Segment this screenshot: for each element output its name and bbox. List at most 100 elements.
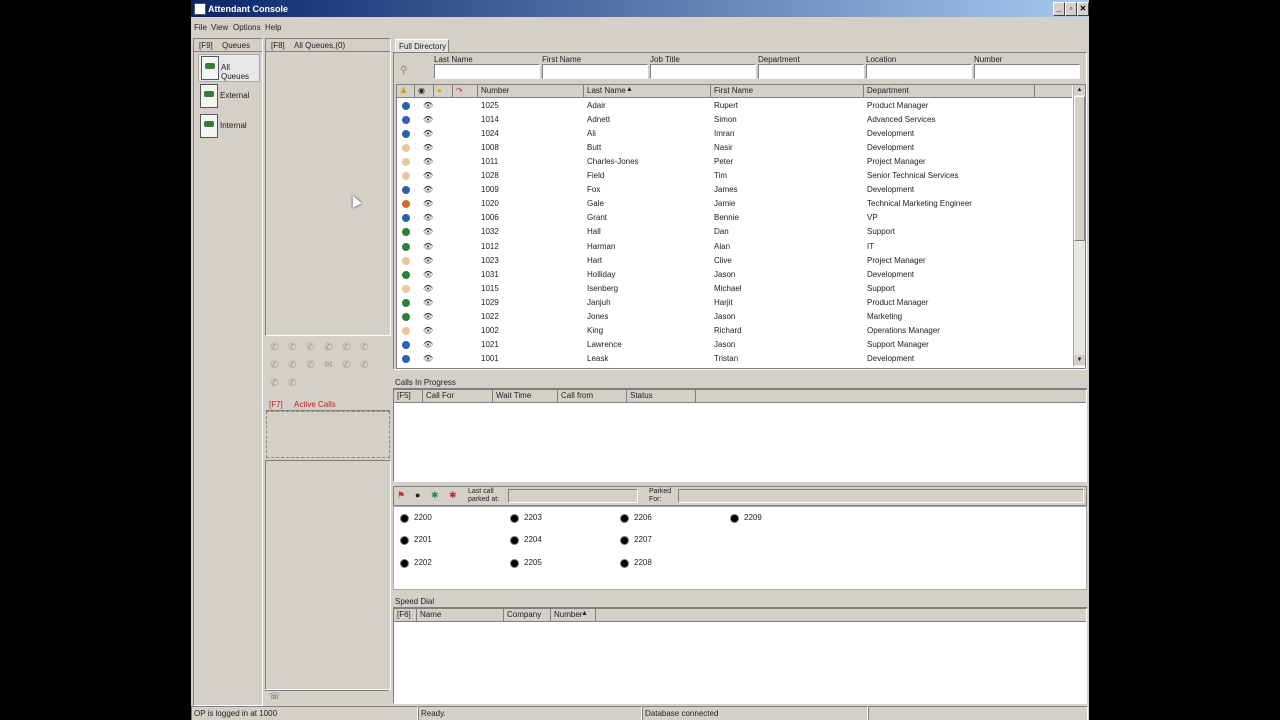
table-row[interactable]: 👁 1029 Janjuh Harjit Product Manager <box>397 296 1072 310</box>
answer-icon[interactable]: ✆ <box>269 342 280 353</box>
table-row[interactable]: 👁 1002 King Richard Operations Manager <box>397 324 1072 338</box>
eye-icon[interactable]: 👁 <box>423 199 433 208</box>
table-row[interactable]: 👁 1022 Jones Jason Marketing <box>397 310 1072 324</box>
scroll-thumb[interactable] <box>1074 96 1085 241</box>
queue-internal[interactable]: Internal <box>198 113 258 139</box>
table-row[interactable]: 👁 1015 Isenberg Michael Support <box>397 282 1072 296</box>
department-column-header[interactable]: Department <box>864 85 1035 97</box>
scroll-up-icon[interactable]: ▲ <box>1074 85 1085 95</box>
f6-column-header[interactable]: [F6] <box>394 609 417 621</box>
eye-icon[interactable]: 👁 <box>423 270 433 279</box>
number-column-header[interactable]: Number <box>478 85 584 97</box>
queue-all-queues[interactable]: All Queues <box>198 54 260 82</box>
redial-icon[interactable]: ✆ <box>287 360 298 371</box>
eye-icon[interactable]: 👁 <box>423 298 433 307</box>
eye-icon[interactable]: 👁 <box>423 129 433 138</box>
park-busy-icon[interactable]: ✱ <box>449 490 457 501</box>
queues-tab[interactable]: Queues <box>222 41 250 50</box>
status-column-header[interactable]: Status <box>627 390 696 402</box>
eye-icon[interactable]: 👁 <box>423 213 433 222</box>
eye-icon[interactable]: 👁 <box>423 256 433 265</box>
table-row[interactable]: 👁 1028 Field Tim Senior Technical Services <box>397 169 1072 183</box>
menu-file[interactable]: File <box>194 23 207 32</box>
retrieve-icon[interactable]: ✆ <box>269 360 280 371</box>
message-icon[interactable]: ✉ <box>323 360 334 371</box>
menu-view[interactable]: View <box>211 23 228 32</box>
presence-column-header[interactable]: ◉ <box>415 85 434 97</box>
conference-icon[interactable]: ✆ <box>359 342 370 353</box>
number-column-header[interactable]: Number ▲ <box>551 609 596 621</box>
search-last-name-input[interactable] <box>434 64 540 79</box>
table-row[interactable]: 👁 1023 Hart Clive Project Manager <box>397 254 1072 268</box>
eye-icon[interactable]: 👁 <box>423 101 433 110</box>
search-job-title-input[interactable] <box>650 64 756 79</box>
minimize-button[interactable]: _ <box>1053 2 1065 16</box>
eye-icon[interactable]: 👁 <box>423 354 433 363</box>
eye-icon[interactable]: 👁 <box>423 227 433 236</box>
mute-icon[interactable]: ✆ <box>305 360 316 371</box>
f5-column-header[interactable]: [F5] <box>394 390 423 402</box>
table-row[interactable]: 👁 1031 Holliday Jason Development <box>397 268 1072 282</box>
close-button[interactable]: ✕ <box>1077 2 1089 16</box>
search-location-input[interactable] <box>866 64 972 79</box>
hangup-icon[interactable]: ✆ <box>341 342 352 353</box>
table-row[interactable]: 👁 1024 Ali Imran Development <box>397 127 1072 141</box>
search-icon[interactable]: ⚲ <box>400 65 407 76</box>
first-name-column-header[interactable]: First Name <box>711 85 864 97</box>
search-first-name-input[interactable] <box>542 64 648 79</box>
search-department-input[interactable] <box>758 64 864 79</box>
table-row[interactable]: 👁 1025 Adair Rupert Product Manager <box>397 99 1072 113</box>
note-column-header[interactable]: ● <box>434 85 453 97</box>
table-row[interactable]: 👁 1009 Fox James Development <box>397 183 1072 197</box>
park-slot-icon[interactable]: ● <box>415 490 420 500</box>
company-column-header[interactable]: Company <box>504 609 551 621</box>
table-row[interactable]: 👁 1032 Hall Dan Support <box>397 225 1072 239</box>
wait-time-column-header[interactable]: Wait Time <box>493 390 558 402</box>
dial-icon[interactable]: ✆ <box>287 378 298 389</box>
menu-help[interactable]: Help <box>265 23 281 32</box>
table-row[interactable]: 👁 1011 Charles-Jones Peter Project Manager <box>397 155 1072 169</box>
name-column-header[interactable]: Name <box>417 609 504 621</box>
active-calls-list[interactable] <box>266 411 390 458</box>
eye-icon[interactable]: 👁 <box>423 115 433 124</box>
eye-icon[interactable]: 👁 <box>423 143 433 152</box>
status-column-header[interactable]: ♟ <box>397 85 415 97</box>
table-row[interactable]: 👁 1014 Adnett Simon Advanced Services <box>397 113 1072 127</box>
phone-icon[interactable]: ☏ <box>269 691 280 702</box>
cell-last: Adair <box>587 101 606 110</box>
table-row[interactable]: 👁 1008 Butt Nasir Development <box>397 141 1072 155</box>
eye-icon[interactable]: 👁 <box>423 157 433 166</box>
eye-icon[interactable]: 👁 <box>423 171 433 180</box>
call-from-column-header[interactable]: Call from <box>558 390 627 402</box>
table-row[interactable]: 👁 1012 Harman Alan IT <box>397 240 1072 254</box>
eye-icon[interactable]: 👁 <box>423 284 433 293</box>
eye-icon[interactable]: 👁 <box>423 312 433 321</box>
search-number-input[interactable] <box>974 64 1080 79</box>
hold-icon[interactable]: ✆ <box>287 342 298 353</box>
eye-icon[interactable]: 👁 <box>423 185 433 194</box>
scroll-down-icon[interactable]: ▼ <box>1074 355 1085 365</box>
table-row[interactable]: 👁 1021 Lawrence Jason Support Manager <box>397 338 1072 352</box>
park-icon[interactable]: ✆ <box>323 342 334 353</box>
table-row[interactable]: 👁 1020 Gale Jamie Technical Marketing Engine… <box>397 197 1072 211</box>
park-available-icon[interactable]: ✱ <box>431 490 439 501</box>
last-name-column-header[interactable]: Last Name ▲ <box>584 85 711 97</box>
wait-time-label: Wait Time <box>496 391 532 400</box>
camp-icon[interactable]: ✆ <box>269 378 280 389</box>
directory-scrollbar[interactable]: ▲ ▼ <box>1073 85 1085 366</box>
park-call-icon[interactable]: ⚑ <box>397 490 405 501</box>
queue-external[interactable]: External <box>198 83 258 109</box>
table-row[interactable]: 👁 1001 Leask Tristan Development <box>397 352 1072 366</box>
record-icon[interactable]: ✆ <box>359 360 370 371</box>
call-for-column-header[interactable]: Call For <box>423 390 493 402</box>
eye-icon[interactable]: 👁 <box>423 326 433 335</box>
eye-icon[interactable]: 👁 <box>423 242 433 251</box>
eye-icon[interactable]: 👁 <box>423 340 433 349</box>
forward-icon[interactable]: ✆ <box>341 360 352 371</box>
table-row[interactable]: 👁 1006 Grant Bennie VP <box>397 211 1072 225</box>
menu-options[interactable]: Options <box>233 23 261 32</box>
forward-column-header[interactable]: ↷ <box>453 85 478 97</box>
maximize-button[interactable]: ▫ <box>1065 2 1077 16</box>
transfer-icon[interactable]: ✆ <box>305 342 316 353</box>
f7-key-label: [F7] <box>269 400 283 409</box>
